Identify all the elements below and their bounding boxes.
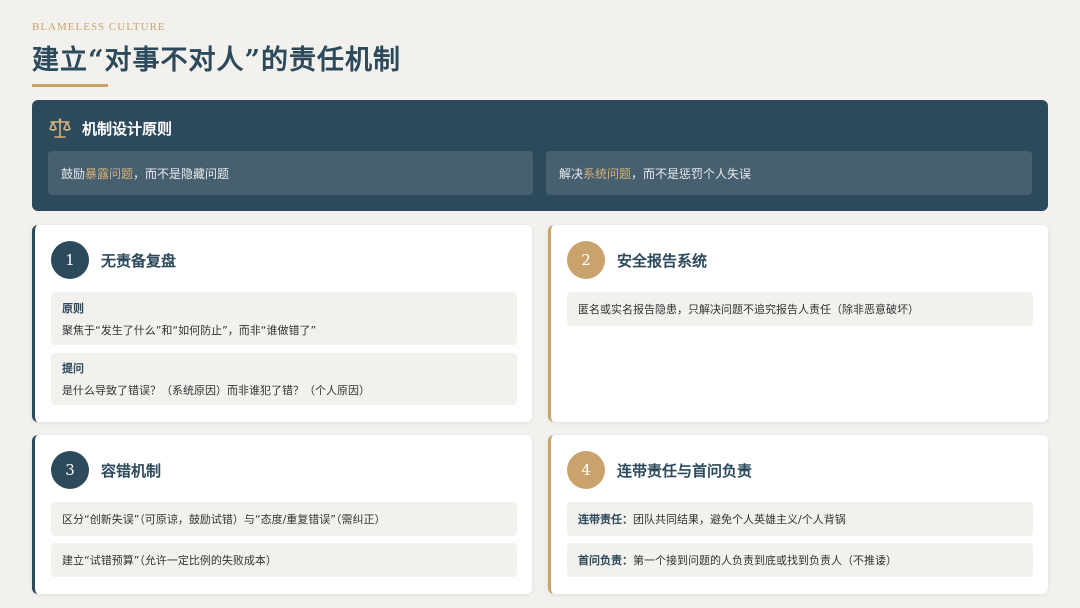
principles-title: 机制设计原则 [82,119,173,138]
number-badge: 1 [51,241,89,279]
number-badge: 4 [567,451,605,489]
card-title: 安全报告系统 [617,251,708,270]
item-text: 第一个接到问题的人负责到底或找到负责人（不推诿） [633,554,897,567]
card-header: 1 无责备复盘 [51,241,176,279]
page-title: 建立“对事不对人”的责任机制 [32,45,402,76]
principle-text: ，而不是惩罚个人失误 [631,166,752,181]
number-badge: 2 [567,241,605,279]
card-header: 3 容错机制 [51,451,161,489]
card-blameless-review: 1 无责备复盘 原则 聚焦于“发生了什么”和“如何防止”，而非“谁做错了” 提问… [32,225,532,422]
item-label: 提问 [62,362,84,375]
card-item: 匿名或实名报告隐患，只解决问题不追究报告人责任（除非恶意破坏） [567,292,1033,326]
card-item: 建立“试错预算”（允许一定比例的失败成本） [51,543,517,577]
card-item: 首问负责：第一个接到问题的人负责到底或找到负责人（不推诿） [567,543,1033,577]
card-safety-reporting: 2 安全报告系统 匿名或实名报告隐患，只解决问题不追究报告人责任（除非恶意破坏） [548,225,1048,422]
item-text: 聚焦于“发生了什么”和“如何防止”，而非“谁做错了” [62,323,317,337]
card-item: 提问 是什么导致了错误？（系统原因）而非谁犯了错？（个人原因） [51,353,517,405]
card-item: 原则 聚焦于“发生了什么”和“如何防止”，而非“谁做错了” [51,292,517,345]
item-text: 是什么导致了错误？（系统原因）而非谁犯了错？（个人原因） [62,384,370,397]
card-header: 2 安全报告系统 [567,241,707,279]
principle-item: 鼓励暴露问题，而不是隐藏问题 [48,151,533,195]
item-text: 匿名或实名报告隐患，只解决问题不追究报告人责任（除非恶意破坏） [578,303,919,316]
card-error-tolerance: 3 容错机制 区分“创新失误”（可原谅，鼓励试错）与“态度/重复错误”（需纠正）… [32,435,532,594]
section-kicker: BLAMELESS CULTURE [32,21,166,33]
principle-text: 解决 [559,166,584,181]
card-joint-responsibility: 4 连带责任与首问负责 连带责任：团队共同结果，避免个人英雄主义/个人背锅 首问… [548,435,1048,594]
card-header: 4 连带责任与首问负责 [567,451,752,489]
number-badge: 3 [51,451,89,489]
card-title: 连带责任与首问负责 [617,461,753,480]
principle-highlight: 暴露问题 [85,166,134,181]
card-item: 连带责任：团队共同结果，避免个人英雄主义/个人背锅 [567,502,1033,536]
item-text: 区分“创新失误”（可原谅，鼓励试错）与“态度/重复错误”（需纠正） [62,513,386,526]
item-text: 团队共同结果，避免个人英雄主义/个人背锅 [633,513,846,526]
principle-text: 鼓励 [61,166,86,181]
card-item: 区分“创新失误”（可原谅，鼓励试错）与“态度/重复错误”（需纠正） [51,502,517,536]
principles-header: 机制设计原则 [48,117,172,139]
card-title: 容错机制 [101,461,162,480]
principle-highlight: 系统问题 [583,166,632,181]
item-label: 连带责任： [578,513,633,526]
card-title: 无责备复盘 [101,251,177,270]
scales-icon [49,118,71,138]
principle-text: ，而不是隐藏问题 [133,166,230,181]
principle-item: 解决系统问题，而不是惩罚个人失误 [546,151,1032,195]
principles-panel: 机制设计原则 鼓励暴露问题，而不是隐藏问题 解决系统问题，而不是惩罚个人失误 [32,100,1048,211]
item-label: 首问负责： [578,554,633,567]
item-text: 建立“试错预算”（允许一定比例的失败成本） [62,554,277,567]
item-label: 原则 [62,301,84,315]
title-underline [32,84,108,87]
